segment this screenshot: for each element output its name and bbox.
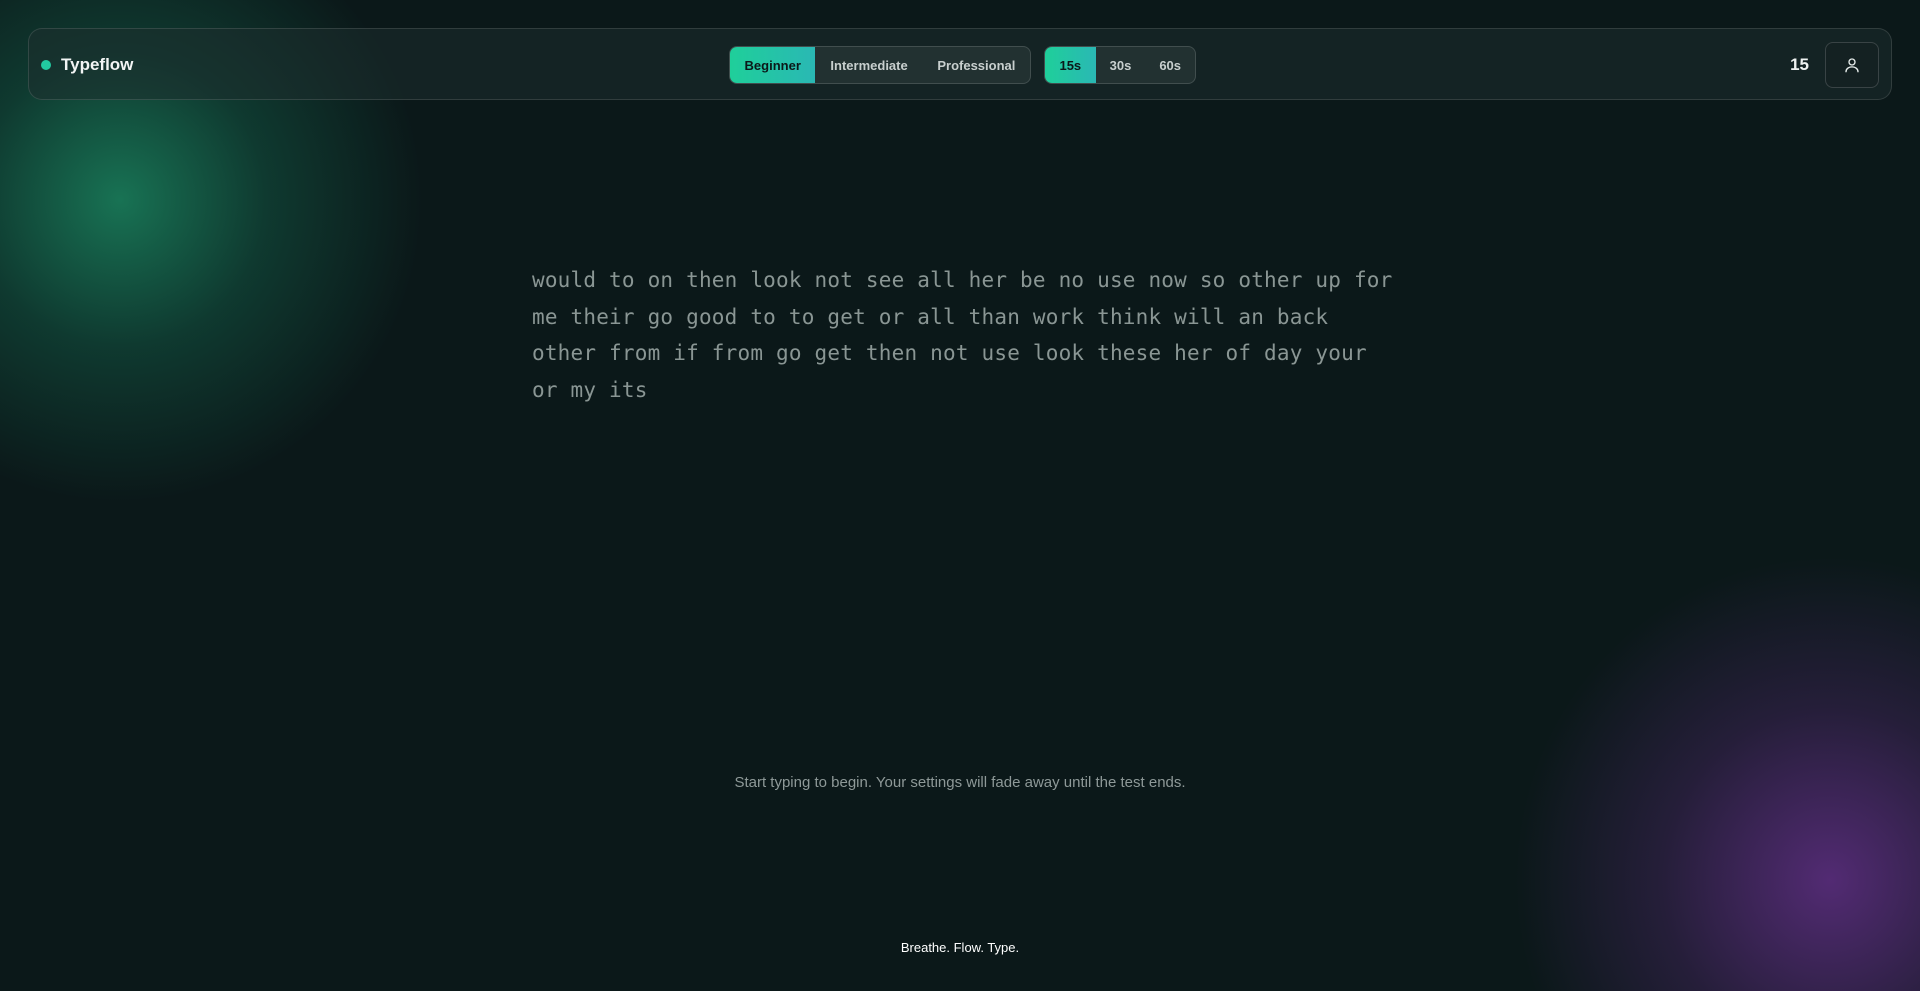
text-line: other from if from go get then not use l… [532, 341, 1367, 365]
typing-test-text[interactable]: would to on then look not see all her be… [532, 262, 1412, 408]
difficulty-professional-button[interactable]: Professional [923, 47, 1030, 83]
status-dot-icon [41, 60, 51, 70]
profile-button[interactable] [1825, 42, 1879, 88]
user-icon [1845, 58, 1859, 73]
timer-countdown: 15 [1790, 55, 1809, 74]
duration-60s-button[interactable]: 60s [1145, 47, 1195, 83]
difficulty-intermediate-button[interactable]: Intermediate [815, 47, 922, 83]
text-line: or my its [532, 377, 648, 402]
top-bar: Typeflow Beginner Intermediate Professio… [28, 28, 1892, 100]
duration-30s-button[interactable]: 30s [1096, 47, 1146, 83]
duration-15s-button[interactable]: 15s [1045, 47, 1096, 83]
text-line: would to on then look not see all her be… [532, 268, 1393, 292]
app-stage: Typeflow Beginner Intermediate Professio… [0, 0, 1920, 991]
brand-name: Typeflow [61, 55, 134, 74]
start-hint: Start typing to begin. Your settings wil… [734, 774, 1186, 791]
difficulty-selector: Beginner Intermediate Professional [729, 46, 1031, 84]
difficulty-beginner-button[interactable]: Beginner [730, 47, 816, 83]
footer-tagline: Breathe. Flow. Type. [900, 940, 1020, 955]
duration-selector: 15s 30s 60s [1044, 46, 1196, 84]
text-line: me their go good to to get or all than w… [532, 304, 1329, 329]
brand[interactable]: Typeflow [41, 29, 133, 101]
